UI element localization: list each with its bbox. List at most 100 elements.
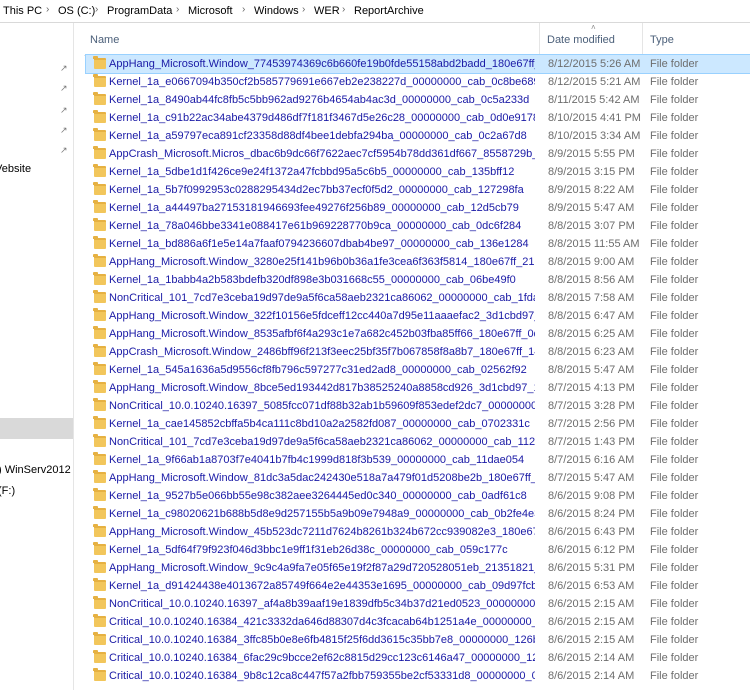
column-divider[interactable]: [539, 23, 540, 55]
file-name: Kernel_1a_9f66ab1a8703f7e4041b7fb4c1999d…: [109, 454, 525, 466]
file-name: AppHang_Microsoft.Window_81dc3a5dac24243…: [109, 472, 535, 484]
file-row[interactable]: AppHang_Microsoft.Window_9c9c4a9fa7e05f6…: [86, 559, 750, 577]
file-row[interactable]: AppHang_Microsoft.Window_8bce5ed193442d8…: [86, 379, 750, 397]
file-date: 8/7/2015 3:28 PM: [548, 400, 635, 412]
nav-selected-item[interactable]: [0, 418, 73, 439]
breadcrumb-item[interactable]: ReportArchive: [354, 5, 424, 17]
file-row[interactable]: Kernel_1a_c91b22ac34abe4379d486df7f181f3…: [86, 109, 750, 127]
file-name: Kernel_1a_8490ab44fc8fb5c5bb962ad9276b46…: [109, 94, 530, 106]
file-row[interactable]: Kernel_1a_9f66ab1a8703f7e4041b7fb4c1999d…: [86, 451, 750, 469]
file-row[interactable]: AppHang_Microsoft.Window_8535afbf6f4a293…: [86, 325, 750, 343]
file-row[interactable]: NonCritical_101_7cd7e3ceba19d97de9a5f6ca…: [86, 433, 750, 451]
folder-icon: [93, 128, 106, 141]
file-row[interactable]: Kernel_1a_bd886a6f1e5e14a7faaf0794236607…: [86, 235, 750, 253]
breadcrumb-item[interactable]: Microsoft: [188, 5, 233, 17]
file-row[interactable]: AppHang_Microsoft.Window_3280e25f141b96b…: [86, 253, 750, 271]
breadcrumb-chevron-icon[interactable]: ›: [95, 4, 98, 15]
column-headers: Name ˄ Date modified Type: [84, 23, 750, 56]
folder-icon: [93, 434, 106, 447]
pin-icon: ↗: [60, 83, 68, 93]
file-row[interactable]: Kernel_1a_5dbe1d1f426ce9e24f1372a47fcbbd…: [86, 163, 750, 181]
file-row[interactable]: AppCrash_Microsoft.Micros_dbac6b9dc66f76…: [86, 145, 750, 163]
file-row[interactable]: Critical_10.0.10240.16384_421c3332da646d…: [86, 613, 750, 631]
column-header-date[interactable]: Date modified: [547, 34, 615, 46]
file-type: File folder: [650, 670, 699, 682]
file-row[interactable]: Kernel_1a_c98020621b688b5d8e9d257155b5a9…: [86, 505, 750, 523]
file-row[interactable]: AppHang_Microsoft.Window_45b523dc7211d76…: [86, 523, 750, 541]
file-row[interactable]: Kernel_1a_a44497ba27153181946693fee49276…: [86, 199, 750, 217]
file-date: 8/8/2015 6:25 AM: [548, 328, 635, 340]
folder-icon: [93, 110, 106, 123]
file-row[interactable]: NonCritical_101_7cd7e3ceba19d97de9a5f6ca…: [86, 289, 750, 307]
breadcrumb-chevron-icon[interactable]: ›: [342, 4, 345, 15]
file-date: 8/10/2015 3:34 AM: [548, 130, 641, 142]
file-row[interactable]: Critical_10.0.10240.16384_6fac29c9bcce2e…: [86, 649, 750, 667]
file-row[interactable]: AppHang_Microsoft.Window_77453974369c6b6…: [85, 54, 750, 74]
file-row[interactable]: Critical_10.0.10240.16384_9b8c12ca8c447f…: [86, 667, 750, 685]
breadcrumb-item[interactable]: This PC: [3, 5, 42, 17]
folder-icon: [93, 74, 106, 87]
file-name: Kernel_1a_a59797eca891cf23358d88df4bee1d…: [109, 130, 527, 142]
column-header-type[interactable]: Type: [650, 34, 674, 46]
file-name: Kernel_1a_9527b5e066bb55e98c382aee326444…: [109, 490, 527, 502]
file-type: File folder: [650, 112, 699, 124]
file-row[interactable]: Kernel_1a_d91424438e4013672a85749f664e2e…: [86, 577, 750, 595]
file-row[interactable]: Kernel_1a_e0667094b350cf2b585779691e667e…: [86, 73, 750, 91]
column-header-name[interactable]: Name: [90, 34, 119, 46]
file-name: Kernel_1a_c91b22ac34abe4379d486df7f181f3…: [109, 112, 535, 124]
file-row[interactable]: AppHang_Microsoft.Window_81dc3a5dac24243…: [86, 469, 750, 487]
folder-icon: [93, 452, 106, 465]
file-row[interactable]: Kernel_1a_a59797eca891cf23358d88df4bee1d…: [86, 127, 750, 145]
file-name: AppCrash_Microsoft.Micros_dbac6b9dc66f76…: [109, 148, 535, 160]
breadcrumb-item[interactable]: Windows: [254, 5, 299, 17]
folder-icon: [93, 416, 106, 429]
column-divider[interactable]: [642, 23, 643, 55]
file-row[interactable]: NonCritical_10.0.10240.16397_af4a8b39aaf…: [86, 595, 750, 613]
file-date: 8/7/2015 6:16 AM: [548, 454, 635, 466]
file-date: 8/6/2015 6:12 PM: [548, 544, 635, 556]
folder-icon: [93, 596, 106, 609]
breadcrumb-item[interactable]: ProgramData: [107, 5, 172, 17]
folder-icon: [93, 506, 106, 519]
file-type: File folder: [650, 454, 699, 466]
file-type: File folder: [650, 418, 699, 430]
file-row[interactable]: Kernel_1a_78a046bbe3341e088417e61b969228…: [86, 217, 750, 235]
file-row[interactable]: NonCritical_10.0.10240.16397_5085fcc071d…: [86, 397, 750, 415]
file-type: File folder: [650, 490, 699, 502]
nav-item-website[interactable]: Vebsite: [0, 163, 31, 175]
file-date: 8/9/2015 5:55 PM: [548, 148, 635, 160]
breadcrumb-chevron-icon[interactable]: ›: [302, 4, 305, 15]
file-row[interactable]: Kernel_1a_545a1636a5d9556cf8fb796c597277…: [86, 361, 750, 379]
file-type: File folder: [650, 346, 699, 358]
file-row[interactable]: Kernel_1a_8490ab44fc8fb5c5bb962ad9276b46…: [86, 91, 750, 109]
file-name: Kernel_1a_bd886a6f1e5e14a7faaf0794236607…: [109, 238, 529, 250]
file-row[interactable]: Kernel_1a_cae145852cbffa5b4ca111c8bd10a2…: [86, 415, 750, 433]
folder-icon: [93, 488, 106, 501]
breadcrumb-item[interactable]: WER: [314, 5, 340, 17]
file-date: 8/9/2015 5:47 AM: [548, 202, 635, 214]
file-row[interactable]: Kernel_1a_5df64f79f923f046d3bbc1e9ff1f31…: [86, 541, 750, 559]
folder-icon: [93, 164, 106, 177]
folder-icon: [93, 56, 106, 69]
file-row[interactable]: Kernel_1a_1babb4a2b583bdefb320df898e3b03…: [86, 271, 750, 289]
nav-item-drive-f[interactable]: (F:): [0, 485, 15, 497]
file-row[interactable]: AppCrash_Microsoft.Window_2486bff96f213f…: [86, 343, 750, 361]
file-row[interactable]: Kernel_1a_5b7f0992953c0288295434d2ec7bb3…: [86, 181, 750, 199]
breadcrumb-chevron-icon[interactable]: ›: [46, 4, 49, 15]
file-name: Critical_10.0.10240.16384_421c3332da646d…: [109, 616, 535, 628]
file-type: File folder: [650, 238, 699, 250]
folder-icon: [93, 254, 106, 267]
file-row[interactable]: Kernel_1a_9527b5e066bb55e98c382aee326444…: [86, 487, 750, 505]
breadcrumb-chevron-icon[interactable]: ›: [242, 4, 245, 15]
folder-icon: [93, 632, 106, 645]
file-name: AppHang_Microsoft.Window_9c9c4a9fa7e05f6…: [109, 562, 535, 574]
file-row[interactable]: AppHang_Microsoft.Window_322f10156e5fdce…: [86, 307, 750, 325]
file-type: File folder: [650, 148, 699, 160]
folder-icon: [93, 524, 106, 537]
file-type: File folder: [650, 526, 699, 538]
breadcrumb-chevron-icon[interactable]: ›: [176, 4, 179, 15]
breadcrumb-item[interactable]: OS (C:): [58, 5, 95, 17]
file-name: Kernel_1a_cae145852cbffa5b4ca111c8bd10a2…: [109, 418, 530, 430]
nav-item-winserv2012[interactable]: ) WinServ2012: [0, 464, 71, 476]
file-row[interactable]: Critical_10.0.10240.16384_3ffc85b0e8e6fb…: [86, 631, 750, 649]
